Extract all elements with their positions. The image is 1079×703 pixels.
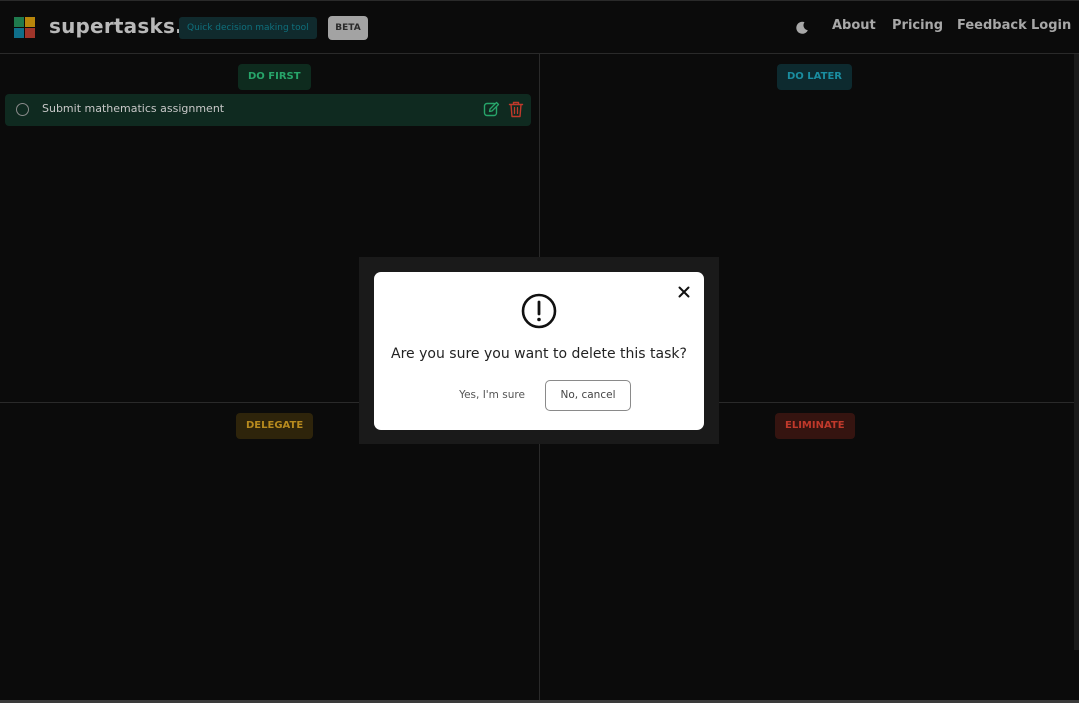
tagline-badge: Quick decision making tool (179, 17, 317, 39)
confirm-delete-button[interactable]: Yes, I'm sure (454, 380, 530, 410)
beta-badge: BETA (328, 16, 368, 40)
dialog-message: Are you sure you want to delete this tas… (391, 346, 687, 362)
logo-icon[interactable] (14, 17, 35, 38)
trash-icon[interactable] (508, 101, 524, 118)
close-icon[interactable] (677, 285, 691, 299)
task-title: Submit mathematics assignment (42, 102, 225, 115)
quadrant-label-eliminate: ELIMINATE (775, 413, 855, 439)
task-item[interactable]: Submit mathematics assignment (5, 94, 531, 126)
nav-login-link[interactable]: Login (1031, 18, 1071, 33)
quadrant-label-do-later: DO LATER (777, 64, 852, 90)
task-complete-checkbox[interactable] (16, 103, 29, 116)
scrollbar[interactable] (1074, 54, 1079, 650)
quadrant-label-do-first: DO FIRST (238, 64, 311, 90)
delete-confirm-dialog: Are you sure you want to delete this tas… (374, 272, 704, 430)
alert-circle-icon (521, 293, 557, 329)
nav-pricing-link[interactable]: Pricing (892, 18, 943, 33)
edit-icon[interactable] (483, 101, 500, 118)
nav-feedback-link[interactable]: Feedback (957, 18, 1027, 33)
moon-icon[interactable] (795, 21, 809, 35)
top-nav-bar: supertasks.io Quick decision making tool… (0, 0, 1079, 54)
nav-about-link[interactable]: About (832, 18, 876, 33)
quadrant-label-delegate: DELEGATE (236, 413, 314, 439)
cancel-button[interactable]: No, cancel (545, 380, 631, 411)
